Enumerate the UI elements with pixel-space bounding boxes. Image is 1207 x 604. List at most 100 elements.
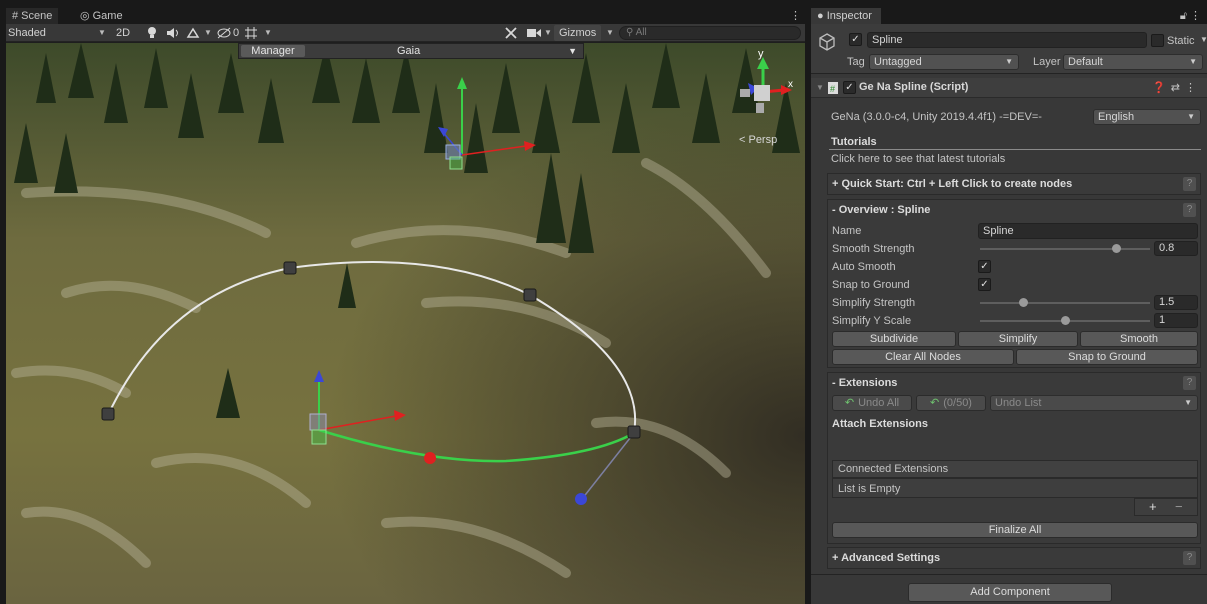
audio-toggle-icon[interactable] bbox=[166, 27, 180, 43]
simplify-strength-label: Simplify Strength bbox=[832, 297, 916, 309]
effects-toggle-icon[interactable] bbox=[186, 27, 200, 43]
scene-search-input[interactable]: ⚲ All bbox=[619, 26, 801, 40]
tab-scene[interactable]: # Scene bbox=[6, 8, 59, 24]
static-chevron-down-icon[interactable]: ▼ bbox=[1200, 33, 1207, 47]
undo-list-chevron-down-icon: ▼ bbox=[1184, 398, 1192, 407]
connected-extensions-list: List is Empty bbox=[832, 478, 1198, 498]
tag-value: Untagged bbox=[874, 56, 922, 68]
scene-viewport[interactable]: y x < Persp bbox=[6, 43, 805, 604]
gaia-profile-label[interactable]: Gaia bbox=[397, 44, 420, 58]
quick-start-title: + Quick Start: Ctrl + Left Click to crea… bbox=[832, 178, 1073, 190]
snap-to-ground-label: Snap to Ground bbox=[832, 279, 910, 291]
hidden-objects-icon[interactable] bbox=[216, 27, 232, 43]
overview-help-icon[interactable]: ? bbox=[1183, 203, 1196, 217]
list-footer: + − bbox=[1134, 498, 1198, 516]
quick-start-help-icon[interactable]: ? bbox=[1183, 177, 1196, 191]
undo-list-dropdown[interactable]: Undo List ▼ bbox=[990, 395, 1198, 411]
remove-item-button[interactable]: − bbox=[1175, 500, 1183, 514]
undo-count-button[interactable]: ↶ (0/50) bbox=[916, 395, 986, 411]
extensions-section: - Extensions ? ↶ Undo All ↶ (0/50) Undo Li… bbox=[827, 372, 1201, 544]
scene-tabbar: # Scene ◎ Game ⋮ bbox=[6, 8, 805, 24]
clear-all-nodes-button[interactable]: Clear All Nodes bbox=[832, 349, 1014, 365]
simplify-y-scale-field[interactable]: 1 bbox=[1154, 313, 1198, 328]
grid-toggle-icon[interactable] bbox=[244, 26, 258, 42]
inspector-panel: ● Inspector 🔓︎ ⋮ ✓ Spline Static ▼ Tag U… bbox=[811, 8, 1207, 604]
layer-label: Layer bbox=[1033, 56, 1061, 68]
tab-game-label: Game bbox=[92, 10, 123, 22]
smooth-strength-slider-thumb[interactable] bbox=[1112, 244, 1121, 253]
manager-button[interactable]: Manager bbox=[241, 45, 305, 57]
lighting-toggle-icon[interactable] bbox=[146, 26, 158, 42]
effects-chevron-down-icon: ▼ bbox=[204, 28, 212, 37]
simplify-button[interactable]: Simplify bbox=[958, 331, 1078, 347]
smooth-button[interactable]: Smooth bbox=[1080, 331, 1198, 347]
gameobject-name-field[interactable]: Spline bbox=[867, 32, 1147, 48]
gizmos-chevron-down-icon: ▼ bbox=[606, 28, 614, 37]
smooth-strength-slider[interactable] bbox=[980, 248, 1150, 250]
advanced-settings-section[interactable]: + Advanced Settings ? bbox=[827, 547, 1201, 569]
add-item-button[interactable]: + bbox=[1149, 500, 1157, 514]
list-empty-label: List is Empty bbox=[838, 483, 901, 495]
tab-game[interactable]: ◎ Game bbox=[74, 8, 129, 24]
static-checkbox[interactable] bbox=[1151, 34, 1164, 47]
tab-inspector[interactable]: ● Inspector bbox=[811, 8, 881, 24]
undo-icon: ↶ bbox=[930, 397, 940, 409]
tab-inspector-label: Inspector bbox=[826, 10, 872, 22]
snap-to-ground-checkbox[interactable]: ✓ bbox=[978, 278, 991, 291]
snap-to-ground-button[interactable]: Snap to Ground bbox=[1016, 349, 1198, 365]
spline-name-field[interactable]: Spline bbox=[978, 223, 1198, 239]
simplify-strength-slider[interactable] bbox=[980, 302, 1150, 304]
scene-toolbar: Shaded ▼ 2D ▼ 0 ▼ ▼ Gizmos ▼ ⚲ All bbox=[6, 24, 805, 42]
grid-chevron-down-icon: ▼ bbox=[264, 28, 272, 37]
tools-icon[interactable] bbox=[504, 26, 518, 42]
gizmos-button[interactable]: Gizmos bbox=[554, 25, 602, 41]
undo-count: (0/50) bbox=[943, 397, 972, 409]
auto-smooth-checkbox[interactable]: ✓ bbox=[978, 260, 991, 273]
component-title: Ge Na Spline (Script) bbox=[859, 81, 969, 93]
undo-all-button[interactable]: ↶ Undo All bbox=[832, 395, 912, 411]
simplify-strength-slider-thumb[interactable] bbox=[1018, 298, 1028, 307]
tag-dropdown[interactable]: Untagged ▼ bbox=[869, 54, 1019, 70]
layer-dropdown[interactable]: Default ▼ bbox=[1063, 54, 1203, 70]
axis-x-label: x bbox=[788, 79, 793, 90]
smooth-strength-field[interactable]: 0.8 bbox=[1154, 241, 1198, 256]
scene-panel-menu-icon[interactable]: ⋮ bbox=[790, 8, 801, 24]
scene-panel: # Scene ◎ Game ⋮ Shaded ▼ 2D ▼ 0 ▼ ▼ Gizmo… bbox=[6, 8, 805, 604]
gameobject-active-checkbox[interactable]: ✓ bbox=[849, 33, 862, 46]
gameobject-cube-icon bbox=[819, 33, 835, 51]
tutorials-divider bbox=[829, 149, 1201, 150]
search-placeholder: All bbox=[635, 27, 647, 38]
shading-mode-value: Shaded bbox=[8, 27, 46, 39]
view-2d-label: 2D bbox=[116, 27, 131, 39]
shading-mode-dropdown[interactable]: Shaded bbox=[8, 25, 46, 41]
tutorials-link[interactable]: Click here to see that latest tutorials bbox=[831, 152, 1005, 166]
language-dropdown[interactable]: English ▼ bbox=[1093, 109, 1201, 125]
axis-y-label: y bbox=[758, 48, 764, 60]
component-enabled-checkbox[interactable]: ✓ bbox=[843, 81, 856, 94]
static-label[interactable]: Static bbox=[1167, 34, 1195, 48]
camera-icon[interactable] bbox=[526, 27, 542, 43]
simplify-y-scale-slider-thumb[interactable] bbox=[1061, 316, 1070, 325]
overview-title[interactable]: - Overview : Spline bbox=[832, 204, 930, 216]
camera-chevron-down-icon: ▼ bbox=[544, 28, 552, 37]
lock-icon[interactable]: 🔓︎ ⋮ bbox=[1180, 8, 1201, 24]
quick-start-section[interactable]: + Quick Start: Ctrl + Left Click to crea… bbox=[827, 173, 1201, 195]
extensions-title[interactable]: - Extensions bbox=[832, 377, 897, 389]
scene-render: y x bbox=[6, 43, 805, 604]
component-help-settings-menu-icons[interactable]: ❓⇄⋮ bbox=[1152, 81, 1201, 94]
view-2d-toggle[interactable]: 2D bbox=[116, 25, 130, 41]
foldout-arrow-icon[interactable]: ▼ bbox=[816, 81, 824, 95]
tutorials-title: Tutorials bbox=[831, 136, 877, 148]
attach-extensions-title: Attach Extensions bbox=[832, 418, 928, 430]
advanced-settings-help-icon[interactable]: ? bbox=[1183, 551, 1196, 565]
subdivide-button[interactable]: Subdivide bbox=[832, 331, 956, 347]
svg-text:#: # bbox=[830, 84, 835, 94]
extensions-help-icon[interactable]: ? bbox=[1183, 376, 1196, 390]
hidden-count: 0 bbox=[233, 27, 240, 39]
simplify-strength-field[interactable]: 1.5 bbox=[1154, 295, 1198, 310]
persp-label[interactable]: < Persp bbox=[739, 134, 777, 146]
gaia-chevron-down-icon[interactable]: ▼ bbox=[568, 44, 577, 58]
component-header[interactable]: ▼ # ✓ Ge Na Spline (Script) ❓⇄⋮ bbox=[811, 78, 1207, 98]
finalize-all-button[interactable]: Finalize All bbox=[832, 522, 1198, 538]
add-component-button[interactable]: Add Component bbox=[908, 583, 1112, 602]
